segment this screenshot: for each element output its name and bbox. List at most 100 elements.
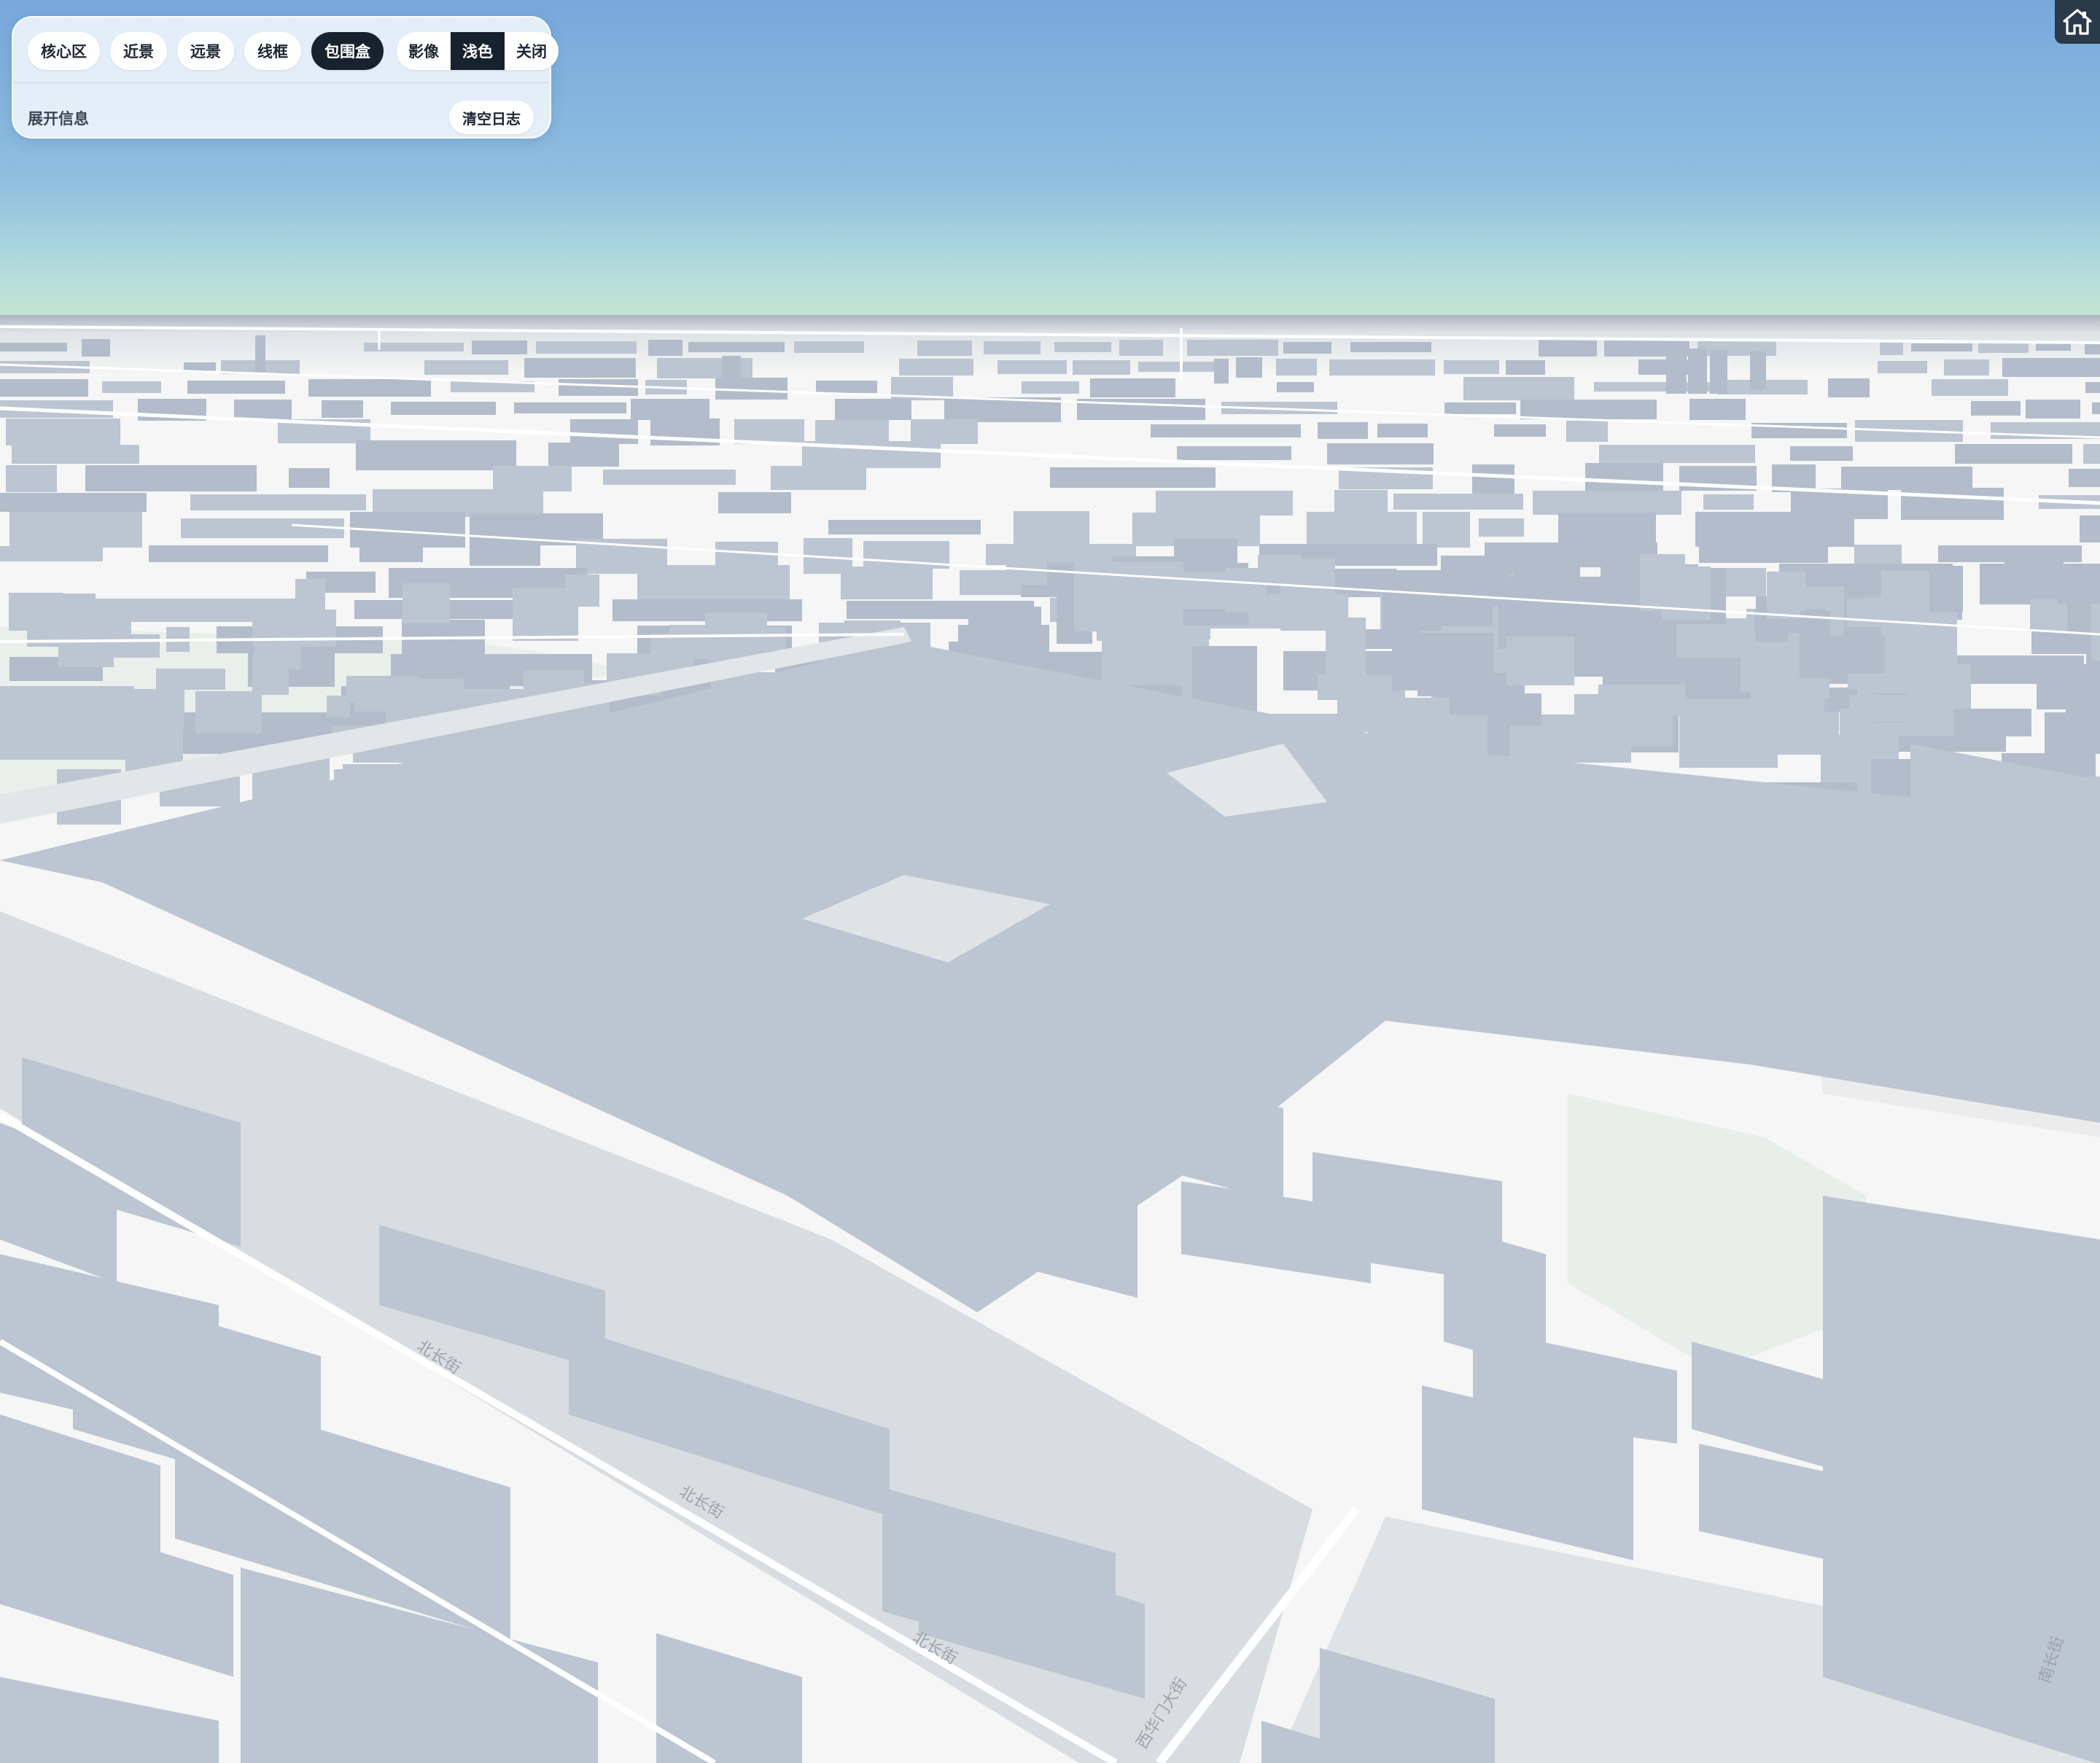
- near-view-button[interactable]: 近景: [110, 32, 167, 70]
- building: [1954, 709, 2031, 736]
- building: [816, 381, 877, 393]
- building: [841, 567, 933, 599]
- building: [1790, 446, 1853, 461]
- building: [195, 691, 262, 733]
- building: [603, 470, 736, 485]
- building: [1539, 339, 1597, 357]
- building: [1661, 567, 1711, 620]
- building: [149, 545, 328, 562]
- core-area-button[interactable]: 核心区: [28, 32, 100, 70]
- building: [85, 465, 257, 491]
- building: [356, 440, 516, 470]
- building: [255, 335, 265, 372]
- building: [2069, 469, 2100, 487]
- building: [1151, 424, 1301, 437]
- building: [1854, 545, 1902, 564]
- building: [1054, 342, 1111, 352]
- building: [1226, 568, 1267, 612]
- building: [359, 545, 423, 562]
- building: [1695, 512, 1854, 547]
- building: [190, 494, 366, 510]
- map-viewport[interactable]: 北长街 北长街 西华门大街 北长街 南长街 核心区 近景 远景 线框 包围盒 影…: [0, 0, 2100, 1763]
- building: [354, 686, 434, 712]
- building: [1214, 359, 1229, 384]
- building: [2066, 673, 2100, 745]
- building: [184, 362, 216, 371]
- home-button[interactable]: [2055, 0, 2100, 44]
- building: [715, 378, 788, 400]
- building: [1574, 694, 1673, 747]
- building: [1944, 359, 1989, 375]
- building: [1277, 382, 1314, 392]
- building: [1280, 559, 1335, 631]
- building: [2058, 566, 2100, 604]
- building: [391, 402, 496, 415]
- building: [6, 419, 120, 445]
- building: [289, 468, 330, 488]
- bounding-box-button[interactable]: 包围盒: [311, 32, 384, 70]
- building: [570, 419, 638, 444]
- building: [1479, 518, 1524, 537]
- building: [548, 443, 619, 467]
- building: [835, 399, 911, 420]
- building: [1119, 340, 1163, 356]
- building: [1901, 488, 2004, 520]
- building: [1329, 359, 1435, 375]
- building: [1350, 342, 1431, 352]
- building: [2030, 599, 2067, 631]
- building: [1666, 343, 1687, 394]
- building: [637, 565, 790, 601]
- wireframe-button[interactable]: 线框: [244, 32, 301, 70]
- building: [2036, 343, 2071, 351]
- building: [1377, 424, 1428, 437]
- building: [2085, 382, 2100, 393]
- building: [722, 356, 741, 378]
- far-view-button[interactable]: 远景: [177, 32, 234, 70]
- building: [998, 360, 1067, 374]
- building: [104, 634, 160, 658]
- building: [1878, 361, 1927, 373]
- building: [1276, 359, 1317, 375]
- building: [0, 493, 147, 512]
- expand-info-toggle[interactable]: 展开信息: [28, 107, 89, 129]
- building: [424, 360, 508, 375]
- building: [1566, 421, 1608, 442]
- building: [1307, 512, 1417, 548]
- building: [1710, 350, 1727, 394]
- building: [1393, 494, 1523, 510]
- building: [1827, 636, 1885, 674]
- building: [1327, 443, 1434, 464]
- imagery-basemap-option[interactable]: 影像: [397, 32, 451, 70]
- control-panel: 核心区 近景 远景 线框 包围盒 影像 浅色 关闭 展开信息 清空日志: [12, 16, 559, 139]
- building: [1022, 381, 1079, 394]
- building: [1337, 698, 1450, 732]
- building: [815, 420, 889, 443]
- building: [984, 341, 1041, 354]
- building: [470, 543, 540, 566]
- building: [82, 339, 110, 357]
- building: [1506, 637, 1574, 685]
- building: [1506, 360, 1545, 375]
- building: [1703, 494, 1754, 510]
- light-basemap-option[interactable]: 浅色: [451, 32, 505, 70]
- building: [1679, 709, 1778, 768]
- building: [1423, 512, 1470, 548]
- clear-log-button[interactable]: 清空日志: [449, 101, 534, 134]
- building: [828, 520, 981, 534]
- building: [1102, 636, 1192, 685]
- building: [0, 379, 88, 397]
- building: [2091, 598, 2100, 661]
- close-basemap-option[interactable]: 关闭: [505, 32, 559, 70]
- building: [9, 512, 142, 548]
- building: [102, 381, 161, 393]
- building: [742, 627, 786, 651]
- building: [1177, 446, 1291, 460]
- building: [1971, 401, 2021, 416]
- view-toolbar: 核心区 近景 远景 线框 包围盒 影像 浅色 关闭: [28, 31, 559, 71]
- building: [1558, 513, 1656, 547]
- building: [715, 542, 778, 569]
- city-3d-scene[interactable]: 北长街 北长街 西华门大街 北长街 南长街: [0, 0, 2100, 1763]
- building: [688, 342, 785, 352]
- building: [1318, 422, 1368, 439]
- building: [187, 381, 285, 394]
